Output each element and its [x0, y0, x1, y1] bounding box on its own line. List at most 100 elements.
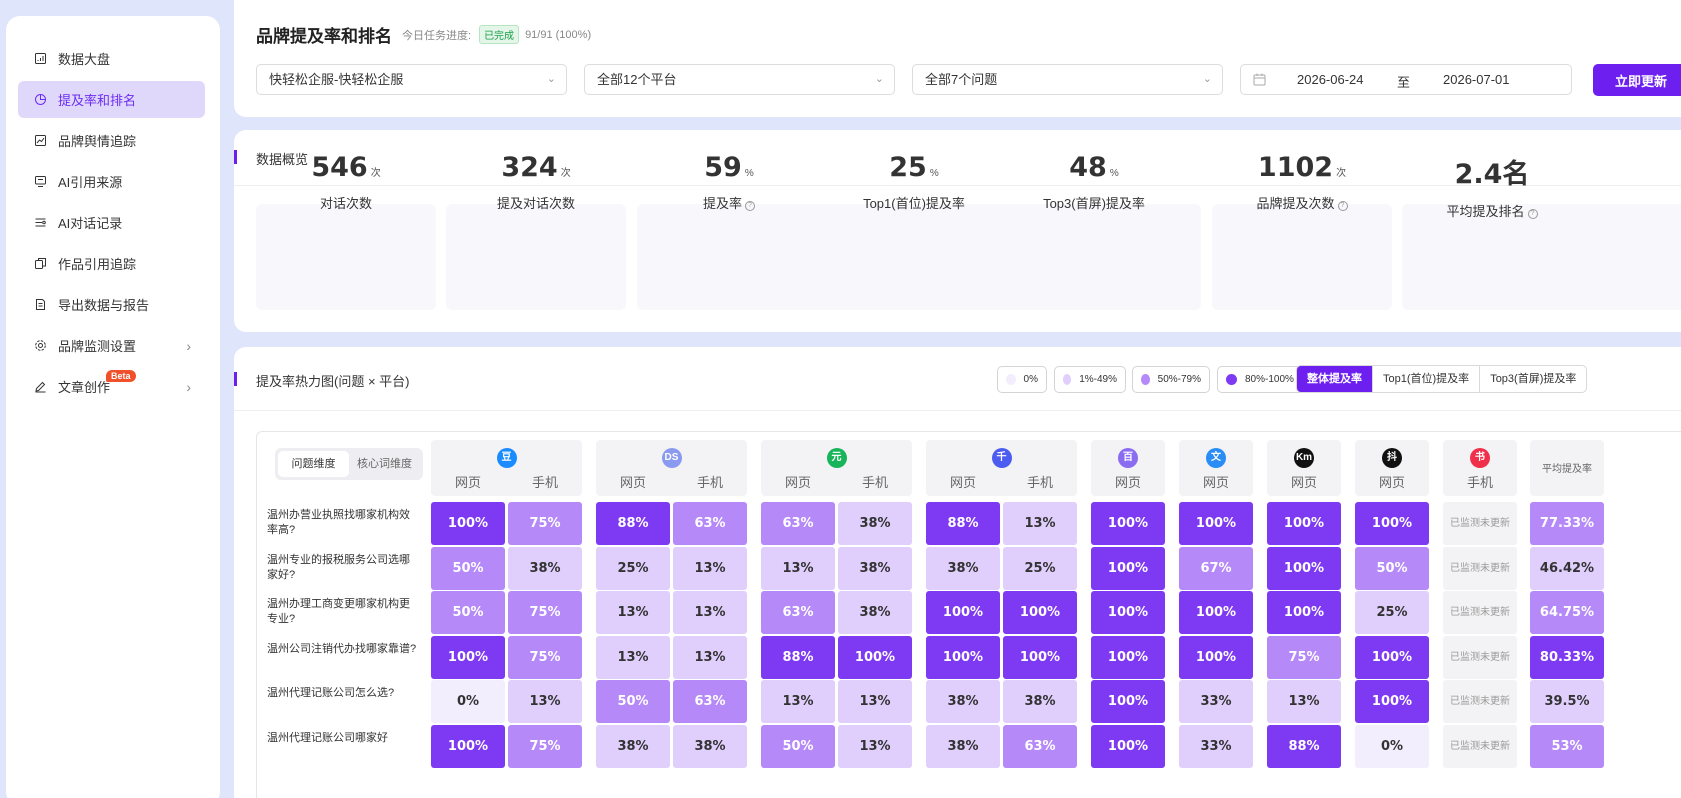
heatmap-cell[interactable]: 100%	[1091, 680, 1165, 723]
help-icon[interactable]: ?	[1337, 201, 1348, 211]
heatmap-cell[interactable]: 100%	[1355, 502, 1429, 545]
heatmap-cell[interactable]: 63%	[761, 591, 835, 634]
heatmap-cell[interactable]: 100%	[1355, 635, 1429, 679]
heatmap-cell[interactable]: 13%	[673, 591, 747, 634]
heatmap-cell[interactable]: 38%	[508, 546, 582, 590]
heatmap-cell[interactable]: 38%	[673, 724, 747, 768]
heatmap-cell[interactable]: 50%	[596, 680, 670, 723]
dimension-tab-0[interactable]: 问题维度	[278, 451, 349, 477]
heatmap-cell[interactable]: 38%	[926, 680, 1000, 723]
legend-item[interactable]: 50%-79%	[1132, 366, 1210, 393]
help-icon[interactable]: ?	[745, 201, 755, 211]
heatmap-cell[interactable]: 38%	[596, 724, 670, 768]
heatmap-cell[interactable]: 100%	[431, 724, 505, 768]
heatmap-cell[interactable]: 100%	[1003, 635, 1077, 679]
question-select[interactable]: 全部7个问题 ⌄	[912, 64, 1223, 95]
heatmap-cell[interactable]: 100%	[1091, 502, 1165, 545]
sidebar-item-8[interactable]: 文章创作 › Beta	[18, 368, 205, 405]
refresh-button[interactable]: 立即更新	[1593, 64, 1681, 96]
heatmap-cell[interactable]: 75%	[508, 502, 582, 545]
heatmap-cell[interactable]: 100%	[1179, 635, 1253, 679]
heatmap-cell[interactable]: 50%	[761, 724, 835, 768]
heatmap-cell[interactable]: 63%	[673, 502, 747, 545]
heatmap-cell[interactable]: 88%	[596, 502, 670, 545]
heatmap-cell[interactable]: 100%	[1267, 502, 1341, 545]
heatmap-cell[interactable]: 13%	[761, 546, 835, 590]
heatmap-cell[interactable]: 100%	[1091, 724, 1165, 768]
heatmap-cell[interactable]: 88%	[926, 502, 1000, 545]
heatmap-cell[interactable]: 75%	[1267, 635, 1341, 679]
heatmap-cell[interactable]: 13%	[508, 680, 582, 723]
heatmap-cell[interactable]: 33%	[1179, 724, 1253, 768]
heatmap-cell[interactable]: 67%	[1179, 546, 1253, 590]
heatmap-cell[interactable]: 50%	[431, 546, 505, 590]
date-range-picker[interactable]: 2026-06-24 至 2026-07-01	[1240, 64, 1572, 95]
heatmap-cell[interactable]: 88%	[761, 635, 835, 679]
metric-tab-0[interactable]: 整体提及率	[1297, 366, 1372, 392]
heatmap-cell[interactable]: 100%	[1267, 546, 1341, 590]
heatmap-cell[interactable]: 13%	[838, 724, 912, 768]
heatmap-cell[interactable]: 100%	[1179, 502, 1253, 545]
heatmap-cell[interactable]: 13%	[673, 546, 747, 590]
heatmap-cell[interactable]: 38%	[926, 546, 1000, 590]
legend-item[interactable]: 1%-49%	[1054, 366, 1126, 393]
heatmap-cell[interactable]: 100%	[431, 635, 505, 679]
heatmap-cell[interactable]: 100%	[926, 591, 1000, 634]
heatmap-cell[interactable]: 63%	[1003, 724, 1077, 768]
heatmap-cell[interactable]: 88%	[1267, 724, 1341, 768]
sidebar-item-2[interactable]: 品牌舆情追踪	[18, 122, 205, 159]
heatmap-cell[interactable]: 13%	[1267, 680, 1341, 723]
legend-item[interactable]: 0%	[997, 366, 1047, 393]
date-start[interactable]: 2026-06-24	[1297, 72, 1364, 87]
heatmap-cell[interactable]: 13%	[1003, 502, 1077, 545]
heatmap-cell[interactable]: 38%	[926, 724, 1000, 768]
heatmap-cell[interactable]: 63%	[761, 502, 835, 545]
heatmap-cell[interactable]: 13%	[838, 680, 912, 723]
heatmap-cell[interactable]: 75%	[508, 724, 582, 768]
heatmap-cell[interactable]: 50%	[431, 591, 505, 634]
date-end[interactable]: 2026-07-01	[1443, 72, 1510, 87]
heatmap-cell[interactable]: 38%	[838, 591, 912, 634]
heatmap-cell[interactable]: 0%	[431, 680, 505, 723]
heatmap-cell[interactable]: 13%	[761, 680, 835, 723]
heatmap-cell[interactable]: 100%	[1267, 591, 1341, 634]
heatmap-cell[interactable]: 100%	[1091, 635, 1165, 679]
metric-tab-1[interactable]: Top1(首位)提及率	[1372, 366, 1479, 392]
platform-select[interactable]: 全部12个平台 ⌄	[584, 64, 895, 95]
heatmap-cell[interactable]: 25%	[1003, 546, 1077, 590]
heatmap-cell[interactable]: 75%	[508, 591, 582, 634]
brand-select[interactable]: 快轻松企服-快轻松企服 ⌄	[256, 64, 567, 95]
heatmap-cell[interactable]: 0%	[1355, 724, 1429, 768]
heatmap-cell[interactable]: 100%	[1179, 591, 1253, 634]
heatmap-cell[interactable]: 25%	[1355, 591, 1429, 634]
help-icon[interactable]: ?	[1527, 209, 1538, 219]
heatmap-cell[interactable]: 33%	[1179, 680, 1253, 723]
heatmap-cell[interactable]: 13%	[596, 591, 670, 634]
legend-item[interactable]: 80%-100%	[1217, 366, 1305, 393]
sidebar-item-3[interactable]: AI引用来源	[18, 163, 205, 200]
heatmap-cell[interactable]: 50%	[1355, 546, 1429, 590]
sidebar-item-4[interactable]: AI对话记录	[18, 204, 205, 241]
heatmap-cell[interactable]: 100%	[431, 502, 505, 545]
heatmap-cell[interactable]: 38%	[838, 546, 912, 590]
sidebar-item-0[interactable]: 数据大盘	[18, 40, 205, 77]
heatmap-cell[interactable]: 75%	[508, 635, 582, 679]
heatmap-cell[interactable]: 13%	[596, 635, 670, 679]
metric-tab-2[interactable]: Top3(首屏)提及率	[1479, 366, 1586, 392]
heatmap-cell[interactable]: 100%	[926, 635, 1000, 679]
heatmap-cell[interactable]: 100%	[1355, 680, 1429, 723]
heatmap-cell[interactable]: 63%	[673, 680, 747, 723]
sidebar-item-7[interactable]: 品牌监测设置 ›	[18, 327, 205, 364]
heatmap-cell[interactable]: 100%	[838, 635, 912, 679]
heatmap-cell[interactable]: 100%	[1091, 591, 1165, 634]
sidebar-item-6[interactable]: 导出数据与报告	[18, 286, 205, 323]
dimension-tab-1[interactable]: 核心词维度	[349, 451, 420, 477]
heatmap-cell[interactable]: 13%	[673, 635, 747, 679]
heatmap-cell[interactable]: 100%	[1003, 591, 1077, 634]
heatmap-cell[interactable]: 25%	[596, 546, 670, 590]
sidebar-item-1[interactable]: 提及率和排名	[18, 81, 205, 118]
heatmap-cell[interactable]: 38%	[1003, 680, 1077, 723]
sidebar-item-5[interactable]: 作品引用追踪	[18, 245, 205, 282]
heatmap-cell[interactable]: 100%	[1091, 546, 1165, 590]
heatmap-cell[interactable]: 38%	[838, 502, 912, 545]
